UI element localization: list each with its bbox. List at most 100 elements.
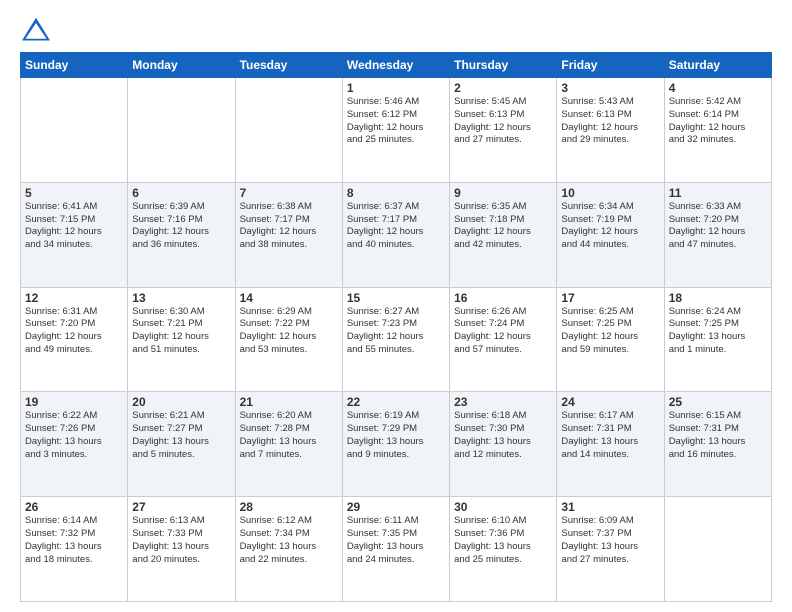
- day-info: Sunrise: 6:31 AM Sunset: 7:20 PM Dayligh…: [25, 306, 123, 357]
- day-number: 18: [669, 291, 767, 305]
- table-row: 12Sunrise: 6:31 AM Sunset: 7:20 PM Dayli…: [21, 287, 128, 392]
- day-info: Sunrise: 6:13 AM Sunset: 7:33 PM Dayligh…: [132, 515, 230, 566]
- day-number: 8: [347, 186, 445, 200]
- table-row: 14Sunrise: 6:29 AM Sunset: 7:22 PM Dayli…: [235, 287, 342, 392]
- day-number: 29: [347, 500, 445, 514]
- day-info: Sunrise: 6:09 AM Sunset: 7:37 PM Dayligh…: [561, 515, 659, 566]
- day-number: 21: [240, 395, 338, 409]
- table-row: 20Sunrise: 6:21 AM Sunset: 7:27 PM Dayli…: [128, 392, 235, 497]
- day-info: Sunrise: 6:15 AM Sunset: 7:31 PM Dayligh…: [669, 410, 767, 461]
- day-number: 23: [454, 395, 552, 409]
- day-info: Sunrise: 6:27 AM Sunset: 7:23 PM Dayligh…: [347, 306, 445, 357]
- day-info: Sunrise: 6:34 AM Sunset: 7:19 PM Dayligh…: [561, 201, 659, 252]
- day-info: Sunrise: 6:11 AM Sunset: 7:35 PM Dayligh…: [347, 515, 445, 566]
- day-number: 6: [132, 186, 230, 200]
- day-number: 10: [561, 186, 659, 200]
- day-info: Sunrise: 6:10 AM Sunset: 7:36 PM Dayligh…: [454, 515, 552, 566]
- col-friday: Friday: [557, 53, 664, 78]
- day-info: Sunrise: 6:12 AM Sunset: 7:34 PM Dayligh…: [240, 515, 338, 566]
- calendar-week-row: 1Sunrise: 5:46 AM Sunset: 6:12 PM Daylig…: [21, 78, 772, 183]
- day-number: 17: [561, 291, 659, 305]
- day-info: Sunrise: 6:19 AM Sunset: 7:29 PM Dayligh…: [347, 410, 445, 461]
- table-row: 15Sunrise: 6:27 AM Sunset: 7:23 PM Dayli…: [342, 287, 449, 392]
- day-info: Sunrise: 6:29 AM Sunset: 7:22 PM Dayligh…: [240, 306, 338, 357]
- day-info: Sunrise: 6:24 AM Sunset: 7:25 PM Dayligh…: [669, 306, 767, 357]
- day-number: 13: [132, 291, 230, 305]
- logo: [20, 16, 56, 44]
- page: Sunday Monday Tuesday Wednesday Thursday…: [0, 0, 792, 612]
- table-row: 9Sunrise: 6:35 AM Sunset: 7:18 PM Daylig…: [450, 182, 557, 287]
- table-row: 6Sunrise: 6:39 AM Sunset: 7:16 PM Daylig…: [128, 182, 235, 287]
- day-number: 7: [240, 186, 338, 200]
- table-row: 8Sunrise: 6:37 AM Sunset: 7:17 PM Daylig…: [342, 182, 449, 287]
- day-info: Sunrise: 6:30 AM Sunset: 7:21 PM Dayligh…: [132, 306, 230, 357]
- day-number: 9: [454, 186, 552, 200]
- table-row: 23Sunrise: 6:18 AM Sunset: 7:30 PM Dayli…: [450, 392, 557, 497]
- day-number: 3: [561, 81, 659, 95]
- day-number: 2: [454, 81, 552, 95]
- table-row: 10Sunrise: 6:34 AM Sunset: 7:19 PM Dayli…: [557, 182, 664, 287]
- col-wednesday: Wednesday: [342, 53, 449, 78]
- calendar-header-row: Sunday Monday Tuesday Wednesday Thursday…: [21, 53, 772, 78]
- day-info: Sunrise: 6:26 AM Sunset: 7:24 PM Dayligh…: [454, 306, 552, 357]
- table-row: 1Sunrise: 5:46 AM Sunset: 6:12 PM Daylig…: [342, 78, 449, 183]
- col-saturday: Saturday: [664, 53, 771, 78]
- table-row: 16Sunrise: 6:26 AM Sunset: 7:24 PM Dayli…: [450, 287, 557, 392]
- table-row: [235, 78, 342, 183]
- table-row: 2Sunrise: 5:45 AM Sunset: 6:13 PM Daylig…: [450, 78, 557, 183]
- day-number: 28: [240, 500, 338, 514]
- day-info: Sunrise: 6:21 AM Sunset: 7:27 PM Dayligh…: [132, 410, 230, 461]
- day-info: Sunrise: 6:39 AM Sunset: 7:16 PM Dayligh…: [132, 201, 230, 252]
- table-row: 31Sunrise: 6:09 AM Sunset: 7:37 PM Dayli…: [557, 497, 664, 602]
- logo-icon: [20, 16, 52, 44]
- table-row: [664, 497, 771, 602]
- calendar-table: Sunday Monday Tuesday Wednesday Thursday…: [20, 52, 772, 602]
- table-row: 29Sunrise: 6:11 AM Sunset: 7:35 PM Dayli…: [342, 497, 449, 602]
- table-row: 25Sunrise: 6:15 AM Sunset: 7:31 PM Dayli…: [664, 392, 771, 497]
- col-monday: Monday: [128, 53, 235, 78]
- table-row: 24Sunrise: 6:17 AM Sunset: 7:31 PM Dayli…: [557, 392, 664, 497]
- day-info: Sunrise: 6:33 AM Sunset: 7:20 PM Dayligh…: [669, 201, 767, 252]
- day-number: 16: [454, 291, 552, 305]
- day-number: 20: [132, 395, 230, 409]
- table-row: 30Sunrise: 6:10 AM Sunset: 7:36 PM Dayli…: [450, 497, 557, 602]
- day-info: Sunrise: 5:43 AM Sunset: 6:13 PM Dayligh…: [561, 96, 659, 147]
- day-info: Sunrise: 6:14 AM Sunset: 7:32 PM Dayligh…: [25, 515, 123, 566]
- table-row: 18Sunrise: 6:24 AM Sunset: 7:25 PM Dayli…: [664, 287, 771, 392]
- day-info: Sunrise: 6:18 AM Sunset: 7:30 PM Dayligh…: [454, 410, 552, 461]
- day-number: 12: [25, 291, 123, 305]
- table-row: 13Sunrise: 6:30 AM Sunset: 7:21 PM Dayli…: [128, 287, 235, 392]
- day-number: 31: [561, 500, 659, 514]
- table-row: 22Sunrise: 6:19 AM Sunset: 7:29 PM Dayli…: [342, 392, 449, 497]
- day-info: Sunrise: 6:25 AM Sunset: 7:25 PM Dayligh…: [561, 306, 659, 357]
- table-row: 21Sunrise: 6:20 AM Sunset: 7:28 PM Dayli…: [235, 392, 342, 497]
- day-number: 15: [347, 291, 445, 305]
- table-row: 5Sunrise: 6:41 AM Sunset: 7:15 PM Daylig…: [21, 182, 128, 287]
- day-number: 14: [240, 291, 338, 305]
- table-row: 26Sunrise: 6:14 AM Sunset: 7:32 PM Dayli…: [21, 497, 128, 602]
- col-tuesday: Tuesday: [235, 53, 342, 78]
- day-info: Sunrise: 6:37 AM Sunset: 7:17 PM Dayligh…: [347, 201, 445, 252]
- day-number: 25: [669, 395, 767, 409]
- table-row: 17Sunrise: 6:25 AM Sunset: 7:25 PM Dayli…: [557, 287, 664, 392]
- day-info: Sunrise: 6:38 AM Sunset: 7:17 PM Dayligh…: [240, 201, 338, 252]
- table-row: [21, 78, 128, 183]
- day-number: 30: [454, 500, 552, 514]
- day-number: 27: [132, 500, 230, 514]
- header: [20, 16, 772, 44]
- col-thursday: Thursday: [450, 53, 557, 78]
- day-info: Sunrise: 6:17 AM Sunset: 7:31 PM Dayligh…: [561, 410, 659, 461]
- table-row: 7Sunrise: 6:38 AM Sunset: 7:17 PM Daylig…: [235, 182, 342, 287]
- day-number: 19: [25, 395, 123, 409]
- table-row: 27Sunrise: 6:13 AM Sunset: 7:33 PM Dayli…: [128, 497, 235, 602]
- table-row: 3Sunrise: 5:43 AM Sunset: 6:13 PM Daylig…: [557, 78, 664, 183]
- table-row: 28Sunrise: 6:12 AM Sunset: 7:34 PM Dayli…: [235, 497, 342, 602]
- table-row: 19Sunrise: 6:22 AM Sunset: 7:26 PM Dayli…: [21, 392, 128, 497]
- day-info: Sunrise: 6:22 AM Sunset: 7:26 PM Dayligh…: [25, 410, 123, 461]
- table-row: 11Sunrise: 6:33 AM Sunset: 7:20 PM Dayli…: [664, 182, 771, 287]
- col-sunday: Sunday: [21, 53, 128, 78]
- calendar-week-row: 26Sunrise: 6:14 AM Sunset: 7:32 PM Dayli…: [21, 497, 772, 602]
- table-row: 4Sunrise: 5:42 AM Sunset: 6:14 PM Daylig…: [664, 78, 771, 183]
- day-info: Sunrise: 6:20 AM Sunset: 7:28 PM Dayligh…: [240, 410, 338, 461]
- day-info: Sunrise: 5:42 AM Sunset: 6:14 PM Dayligh…: [669, 96, 767, 147]
